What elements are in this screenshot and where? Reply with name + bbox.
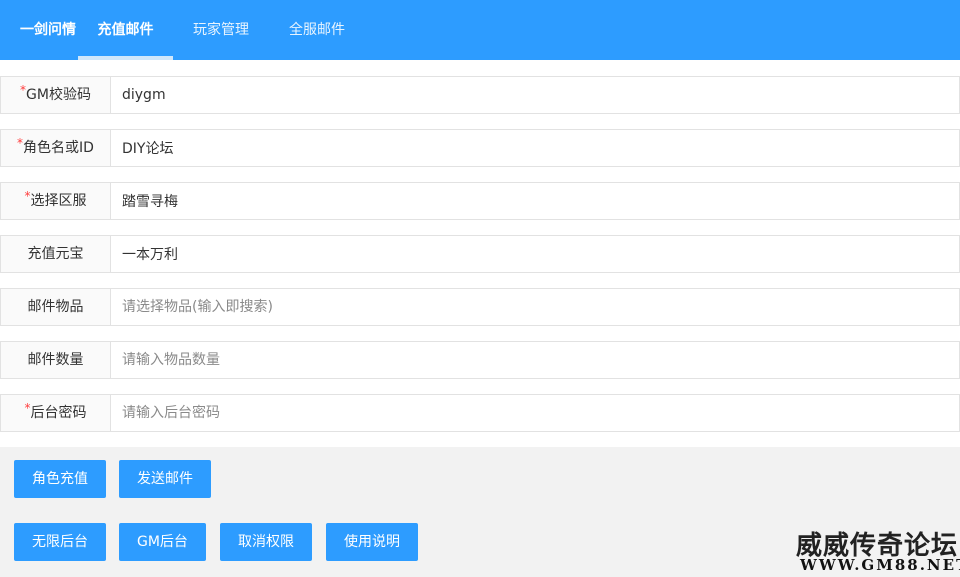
required-mark: * (24, 401, 31, 415)
form-row-password: *后台密码 (0, 394, 960, 432)
item-search-input[interactable] (112, 289, 958, 325)
watermark: 威威传奇论坛 WWW.GM88.NET (790, 525, 960, 577)
quantity-label: 邮件数量 (1, 342, 111, 378)
role-label: *角色名或ID (1, 130, 111, 166)
gm-code-label: *GM校验码 (1, 77, 111, 113)
form-row-quantity: 邮件数量 (0, 341, 960, 379)
server-label: *选择区服 (1, 183, 111, 219)
password-input[interactable] (112, 395, 958, 431)
form-row-yuanbao: 充值元宝 (0, 235, 960, 273)
form-row-item: 邮件物品 (0, 288, 960, 326)
form-row-server: *选择区服 (0, 182, 960, 220)
tab-recharge-mail[interactable]: 充值邮件 (78, 0, 173, 60)
password-label: *后台密码 (1, 395, 111, 431)
gm-admin-button[interactable]: GM后台 (119, 523, 206, 561)
watermark-url: WWW.GM88.NET (800, 556, 960, 574)
top-nav-bar: 一剑问情 充值邮件 玩家管理 全服邮件 (0, 0, 960, 60)
unlimited-admin-button[interactable]: 无限后台 (14, 523, 106, 561)
required-mark: * (20, 83, 27, 97)
required-mark: * (17, 136, 24, 150)
yuanbao-label: 充值元宝 (1, 236, 111, 272)
tab-player-management[interactable]: 玩家管理 (178, 0, 264, 60)
brand-title: 一剑问情 (20, 22, 76, 38)
form-row-role: *角色名或ID (0, 129, 960, 167)
item-label: 邮件物品 (1, 289, 111, 325)
server-select[interactable] (112, 183, 958, 219)
tab-server-mail[interactable]: 全服邮件 (274, 0, 360, 60)
quantity-input[interactable] (112, 342, 958, 378)
revoke-permission-button[interactable]: 取消权限 (220, 523, 312, 561)
required-mark: * (24, 189, 31, 203)
yuanbao-input[interactable] (112, 236, 958, 272)
help-button[interactable]: 使用说明 (326, 523, 418, 561)
send-mail-button[interactable]: 发送邮件 (119, 460, 211, 498)
role-input[interactable] (112, 130, 958, 166)
form-row-gm-code: *GM校验码 (0, 76, 960, 114)
recharge-button[interactable]: 角色充值 (14, 460, 106, 498)
gm-code-input[interactable] (112, 77, 958, 113)
